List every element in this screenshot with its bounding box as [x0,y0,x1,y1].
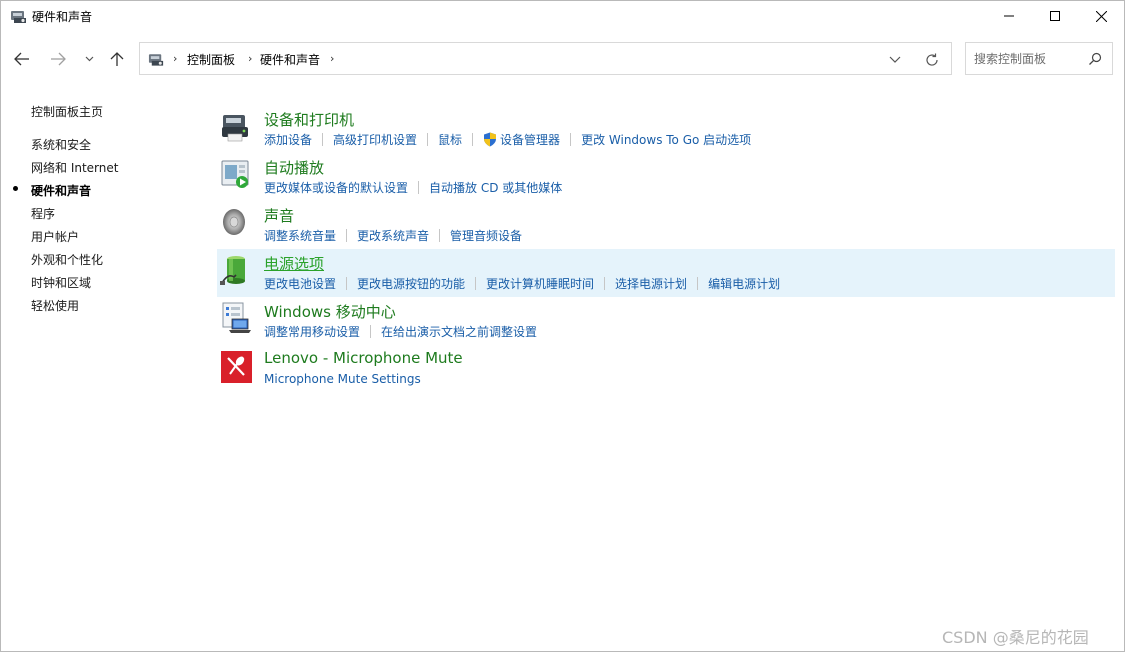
arrow-left-icon [14,52,29,66]
link-change-default-media-settings[interactable]: 更改媒体或设备的默认设置 [264,179,408,196]
link-add-device[interactable]: 添加设备 [264,131,312,148]
link-windows-to-go[interactable]: 更改 Windows To Go 启动选项 [581,131,751,148]
link-adjust-system-volume[interactable]: 调整系统音量 [264,227,336,244]
category-links: 添加设备 高级打印机设置 鼠标 设备管理器 更改 Windows To Go 启… [264,131,751,147]
breadcrumb-separator-icon[interactable]: › [330,52,334,65]
link-divider [570,132,572,146]
hardware-sound-icon [148,54,164,66]
minimize-icon [1004,15,1014,17]
arrow-up-icon [110,52,124,66]
link-power-button-function[interactable]: 更改电源按钮的功能 [357,275,465,292]
sidebar-item-control-panel-home[interactable]: 控制面板主页 [31,103,103,120]
link-divider [697,276,699,290]
sidebar-item-clock-region[interactable]: 时钟和区域 [31,274,91,291]
back-button[interactable] [10,47,34,71]
category-title-sound[interactable]: 声音 [264,205,294,226]
maximize-button[interactable] [1032,1,1078,31]
link-divider [370,324,372,338]
link-divider [475,276,477,290]
close-button[interactable] [1078,1,1124,31]
up-button[interactable] [105,47,129,71]
sidebar-item-system-security[interactable]: 系统和安全 [31,136,91,153]
link-mouse[interactable]: 鼠标 [438,131,462,148]
link-change-battery-settings[interactable]: 更改电池设置 [264,275,336,292]
category-title-devices-printers[interactable]: 设备和打印机 [264,109,354,130]
link-advanced-printer-setup[interactable]: 高级打印机设置 [333,131,417,148]
breadcrumb-separator-icon[interactable]: › [248,52,252,65]
link-autoplay-cd[interactable]: 自动播放 CD 或其他媒体 [429,179,562,196]
search-box[interactable] [965,42,1113,75]
link-divider [604,276,606,290]
link-change-system-sounds[interactable]: 更改系统声音 [357,227,429,244]
link-microphone-mute-settings[interactable]: Microphone Mute Settings [264,372,421,386]
link-device-manager[interactable]: 设备管理器 [500,131,560,148]
sidebar-item-user-accounts[interactable]: 用户帐户 [31,228,79,245]
battery-icon [220,256,245,285]
maximize-icon [1050,11,1060,21]
category-mobility-center: Windows 移动中心 调整常用移动设置 在给出演示文档之前调整设置 [217,297,1115,345]
address-bar[interactable]: › 控制面板 › 硬件和声音 › [139,42,952,75]
title-bar[interactable]: 硬件和声音 [1,1,1124,33]
category-links: 更改媒体或设备的默认设置 自动播放 CD 或其他媒体 [264,179,562,195]
link-edit-power-plan[interactable]: 编辑电源计划 [708,275,780,292]
autoplay-icon [221,160,249,188]
breadcrumb-hardware-sound[interactable]: 硬件和声音 [260,51,320,68]
category-autoplay: 自动播放 更改媒体或设备的默认设置 自动播放 CD 或其他媒体 [217,153,1115,201]
sidebar-item-ease-of-access[interactable]: 轻松使用 [31,297,79,314]
hardware-sound-icon [11,11,26,23]
category-title-power-options[interactable]: 电源选项 [264,253,324,274]
link-manage-audio-devices[interactable]: 管理音频设备 [450,227,522,244]
watermark: CSDN @桑尼的花园 [942,628,1089,647]
category-sound: 声音 调整系统音量 更改系统声音 管理音频设备 [217,201,1115,249]
link-divider [346,276,348,290]
window-title: 硬件和声音 [32,10,93,24]
link-presentation-settings[interactable]: 在给出演示文档之前调整设置 [381,323,537,340]
category-links: Microphone Mute Settings [264,371,421,387]
sidebar-item-appearance[interactable]: 外观和个性化 [31,251,103,268]
control-panel-window: 硬件和声音 › 控制面板 › 硬件和声音 › 搜索控制面板 控制面板主页 系统和… [0,0,1125,652]
arrow-right-icon [51,52,66,66]
recent-locations-button[interactable] [77,47,101,71]
breadcrumb-separator-icon[interactable]: › [173,52,177,65]
breadcrumb-control-panel[interactable]: 控制面板 [187,51,235,68]
link-choose-power-plan[interactable]: 选择电源计划 [615,275,687,292]
sidebar-item-programs[interactable]: 程序 [31,205,55,222]
link-divider [427,132,429,146]
category-power-options: 电源选项 更改电池设置 更改电源按钮的功能 更改计算机睡眠时间 选择电源计划 编… [217,249,1115,297]
minimize-button[interactable] [986,1,1032,31]
category-title-autoplay[interactable]: 自动播放 [264,157,324,178]
forward-button[interactable] [46,47,70,71]
link-divider [418,180,420,194]
close-icon [1095,10,1107,22]
category-title-lenovo-microphone-mute[interactable]: Lenovo - Microphone Mute [264,349,463,367]
category-links: 调整系统音量 更改系统声音 管理音频设备 [264,227,522,243]
category-lenovo-microphone-mute: Lenovo - Microphone Mute Microphone Mute… [217,345,1115,393]
link-divider [346,228,348,242]
sidebar-item-network-internet[interactable]: 网络和 Internet [31,159,118,176]
refresh-icon[interactable] [924,52,940,68]
microphone-mute-icon [221,351,252,383]
chevron-down-icon [85,56,93,62]
speaker-icon [223,209,245,235]
chevron-down-icon[interactable] [888,53,902,65]
mobility-center-icon [222,302,251,333]
uac-shield-icon [484,132,497,146]
category-devices-printers: 设备和打印机 添加设备 高级打印机设置 鼠标 设备管理器 更改 Windows … [217,105,1115,153]
link-computer-sleep-time[interactable]: 更改计算机睡眠时间 [486,275,594,292]
link-divider [472,132,474,146]
category-links: 调整常用移动设置 在给出演示文档之前调整设置 [264,323,537,339]
search-icon[interactable] [1088,52,1102,66]
link-divider [439,228,441,242]
link-adjust-mobility-settings[interactable]: 调整常用移动设置 [264,323,360,340]
category-title-mobility-center[interactable]: Windows 移动中心 [264,301,396,322]
current-item-bullet-icon [13,186,18,191]
printer-icon [222,115,248,142]
search-input[interactable] [974,50,1082,68]
sidebar-item-hardware-sound[interactable]: 硬件和声音 [31,182,91,199]
link-divider [322,132,324,146]
category-links: 更改电池设置 更改电源按钮的功能 更改计算机睡眠时间 选择电源计划 编辑电源计划 [264,275,780,291]
